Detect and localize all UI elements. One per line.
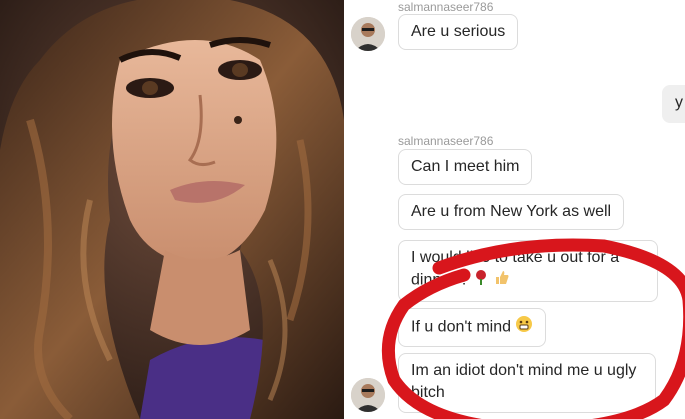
message-bubble[interactable]: Can I meet him — [398, 149, 533, 185]
portrait-illustration — [0, 0, 344, 419]
sender-username: salmannaseer786 — [398, 0, 494, 14]
message-bubble[interactable]: Im an idiot don't mind me u ugly bitch — [398, 353, 656, 413]
message-bubble-if[interactable]: If u don't mind — [398, 308, 547, 347]
sender-username: salmannaseer786 — [398, 134, 494, 148]
thumbs-up-emoji-icon — [494, 269, 510, 292]
avatar-image — [351, 17, 385, 51]
rose-emoji-icon — [473, 269, 489, 292]
sender-avatar[interactable] — [351, 378, 385, 412]
grinning-face-emoji-icon — [515, 315, 533, 340]
profile-photo — [0, 0, 344, 419]
message-bubble[interactable]: Are u serious — [398, 14, 519, 50]
message-bubble[interactable]: Are u from New York as well — [398, 194, 625, 230]
message-text: I would like to take u out for a dinner … — [411, 249, 620, 289]
sender-avatar[interactable] — [351, 17, 385, 51]
direct-message-thread[interactable]: salmannaseer786 Are u serious y salmanna… — [344, 0, 685, 419]
message-bubble-dinner[interactable]: I would like to take u out for a dinner … — [398, 240, 658, 302]
avatar-image — [351, 378, 385, 412]
message-text: If u don't mind — [411, 318, 511, 336]
own-message-bubble[interactable]: y — [662, 85, 685, 123]
